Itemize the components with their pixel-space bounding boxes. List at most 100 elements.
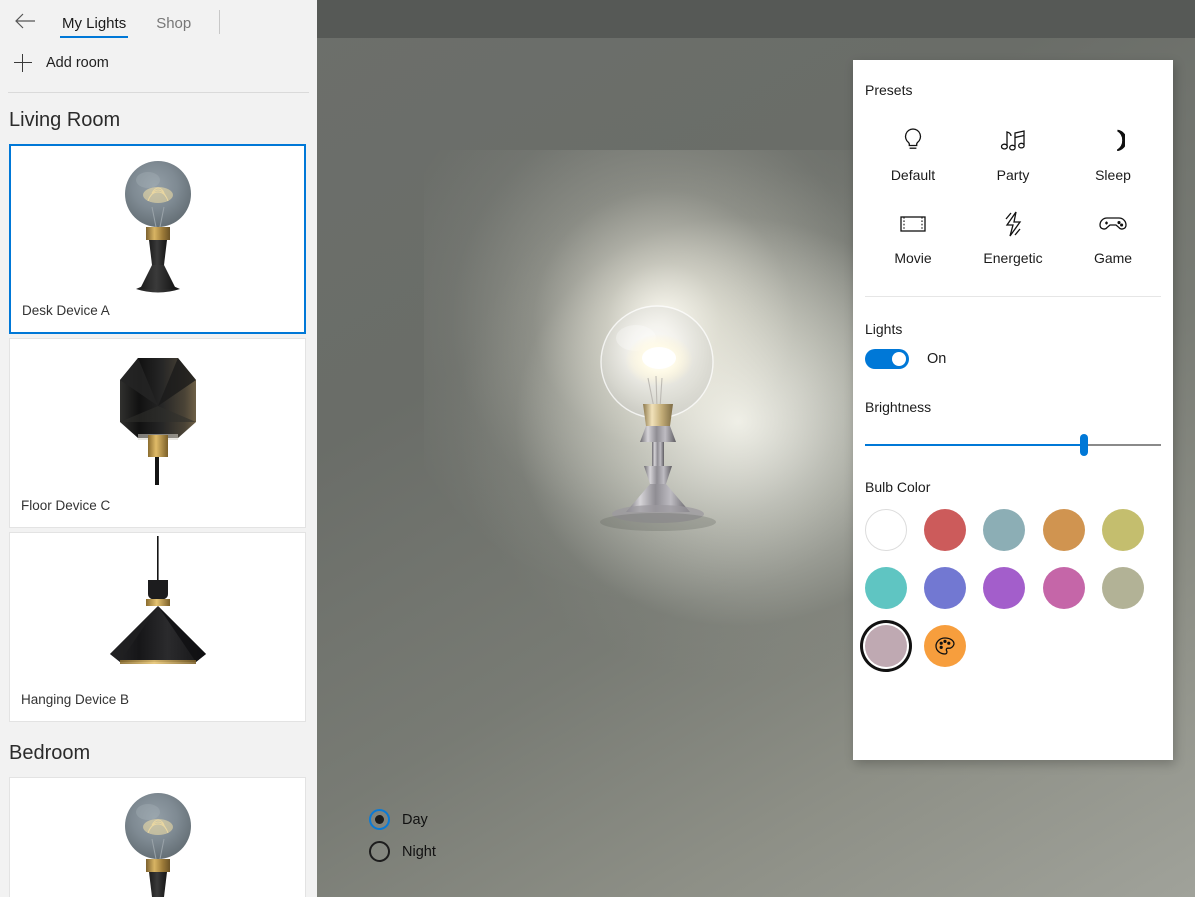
lamp-preview [424, 150, 904, 650]
lights-label: Lights [865, 321, 903, 337]
device-thumbnail [10, 778, 305, 897]
lights-toggle[interactable] [865, 349, 909, 369]
preset-default-label: Default [890, 167, 936, 183]
wall-sconce-faceted-icon [119, 358, 196, 485]
swatch-cell [924, 509, 983, 551]
app-window: My Lights Shop Add room Living Room Desk… [0, 0, 1195, 897]
tab-my-lights-label: My Lights [62, 15, 127, 32]
swatch-cell [1101, 509, 1161, 551]
preset-movie-label: Movie [894, 250, 932, 266]
swatch-cell [1101, 567, 1161, 609]
swatch-cell [1042, 509, 1102, 551]
swatch-mauve[interactable] [865, 625, 907, 667]
swatch-orange[interactable] [1042, 509, 1085, 551]
swatch-indigo[interactable] [924, 567, 967, 609]
moon-icon [1095, 126, 1131, 156]
table-lamp-bulb-icon [124, 793, 191, 897]
device-label: Floor Device C [21, 498, 111, 513]
lightning-bolt-icon [995, 209, 1031, 239]
device-card-desk-device-a[interactable]: Desk Device A [9, 144, 306, 334]
brightness-slider[interactable] [865, 433, 1161, 457]
device-card-floor-device-c[interactable]: Floor Device C [9, 338, 306, 528]
bulb-color-swatch-grid [865, 509, 1161, 667]
device-card-hanging-device-b[interactable]: Hanging Device B [9, 532, 306, 722]
preset-game-label: Game [1093, 250, 1133, 266]
palette-icon [935, 637, 955, 655]
radio-night[interactable]: Night [369, 841, 436, 862]
preset-game[interactable]: Game [1063, 209, 1163, 266]
radio-day-icon [369, 809, 390, 830]
table-lamp-bulb-icon [124, 161, 191, 293]
gamepad-icon [1095, 209, 1131, 239]
top-navigation-bar: My Lights Shop [0, 0, 317, 38]
device-thumbnail [11, 146, 304, 296]
bulb-color-block: Bulb Color [853, 457, 1173, 667]
tab-shop[interactable]: Shop [146, 16, 201, 38]
toggle-knob [892, 352, 906, 366]
presets-grid: Default Party Sleep Movie Energetic Game [853, 102, 1173, 266]
swatch-cell [865, 509, 924, 551]
presets-label: Presets [865, 82, 913, 98]
swatch-cell [983, 509, 1042, 551]
preset-sleep[interactable]: Sleep [1063, 126, 1163, 183]
preset-default[interactable]: Default [863, 126, 963, 183]
swatch-olive-yellow[interactable] [1101, 509, 1144, 551]
radio-night-icon [369, 841, 390, 862]
lights-block: Lights On [853, 297, 1173, 369]
preset-energetic-label: Energetic [983, 250, 1043, 266]
swatch-cell [983, 567, 1042, 609]
preset-party-label: Party [996, 167, 1030, 183]
device-label: Desk Device A [22, 303, 110, 318]
tab-shop-label: Shop [156, 15, 192, 32]
swatch-sage[interactable] [1101, 567, 1144, 609]
tab-my-lights[interactable]: My Lights [52, 16, 136, 38]
add-room-label: Add room [46, 55, 109, 71]
swatch-red[interactable] [924, 509, 967, 551]
room-title-bedroom: Bedroom [9, 742, 91, 764]
back-arrow-icon [15, 13, 35, 29]
radio-night-label: Night [402, 843, 436, 860]
tab-separator [219, 10, 221, 34]
radio-day-label: Day [402, 811, 428, 828]
swatch-white[interactable] [865, 509, 907, 551]
stage-top-strip [317, 0, 1195, 38]
preset-sleep-label: Sleep [1095, 167, 1131, 183]
slider-thumb[interactable] [1080, 434, 1089, 456]
device-thumbnail [10, 533, 305, 683]
device-card-bedroom-first[interactable] [9, 777, 306, 897]
swatch-cell [924, 567, 983, 609]
bulb-icon [895, 126, 931, 156]
swatch-cell [924, 625, 983, 667]
back-button[interactable] [8, 4, 42, 38]
sidebar: My Lights Shop Add room Living Room Desk… [0, 0, 317, 897]
device-label: Hanging Device B [21, 692, 130, 707]
pendant-lamp-icon [109, 536, 206, 664]
lights-toggle-row: On [865, 349, 1161, 369]
brightness-label: Brightness [865, 399, 932, 415]
slider-fill [865, 444, 1085, 446]
radio-day[interactable]: Day [369, 809, 436, 830]
film-strip-icon [895, 209, 931, 239]
swatch-purple[interactable] [983, 567, 1026, 609]
brightness-block: Brightness [853, 369, 1173, 457]
swatch-cell [865, 567, 924, 609]
scene-mode-radio-group: Day Night [369, 809, 436, 873]
lights-state-label: On [927, 351, 947, 367]
control-panel: Presets Default Party Sleep Movie Energe… [853, 60, 1173, 760]
swatch-turquoise[interactable] [865, 567, 907, 609]
add-room-button[interactable]: Add room [0, 38, 317, 88]
bulb-color-label: Bulb Color [865, 479, 931, 495]
swatch-steel-blue[interactable] [983, 509, 1026, 551]
music-notes-icon [995, 126, 1031, 156]
device-thumbnail [10, 339, 305, 489]
swatch-cell [865, 625, 924, 667]
plus-icon [14, 54, 32, 72]
glowing-table-lamp-icon [600, 305, 716, 531]
preset-energetic[interactable]: Energetic [963, 209, 1063, 266]
room-title-living-room: Living Room [9, 109, 121, 131]
swatch-custom-picker[interactable] [924, 625, 967, 667]
swatch-cell [1042, 567, 1102, 609]
preset-party[interactable]: Party [963, 126, 1063, 183]
preset-movie[interactable]: Movie [863, 209, 963, 266]
swatch-pink[interactable] [1042, 567, 1085, 609]
